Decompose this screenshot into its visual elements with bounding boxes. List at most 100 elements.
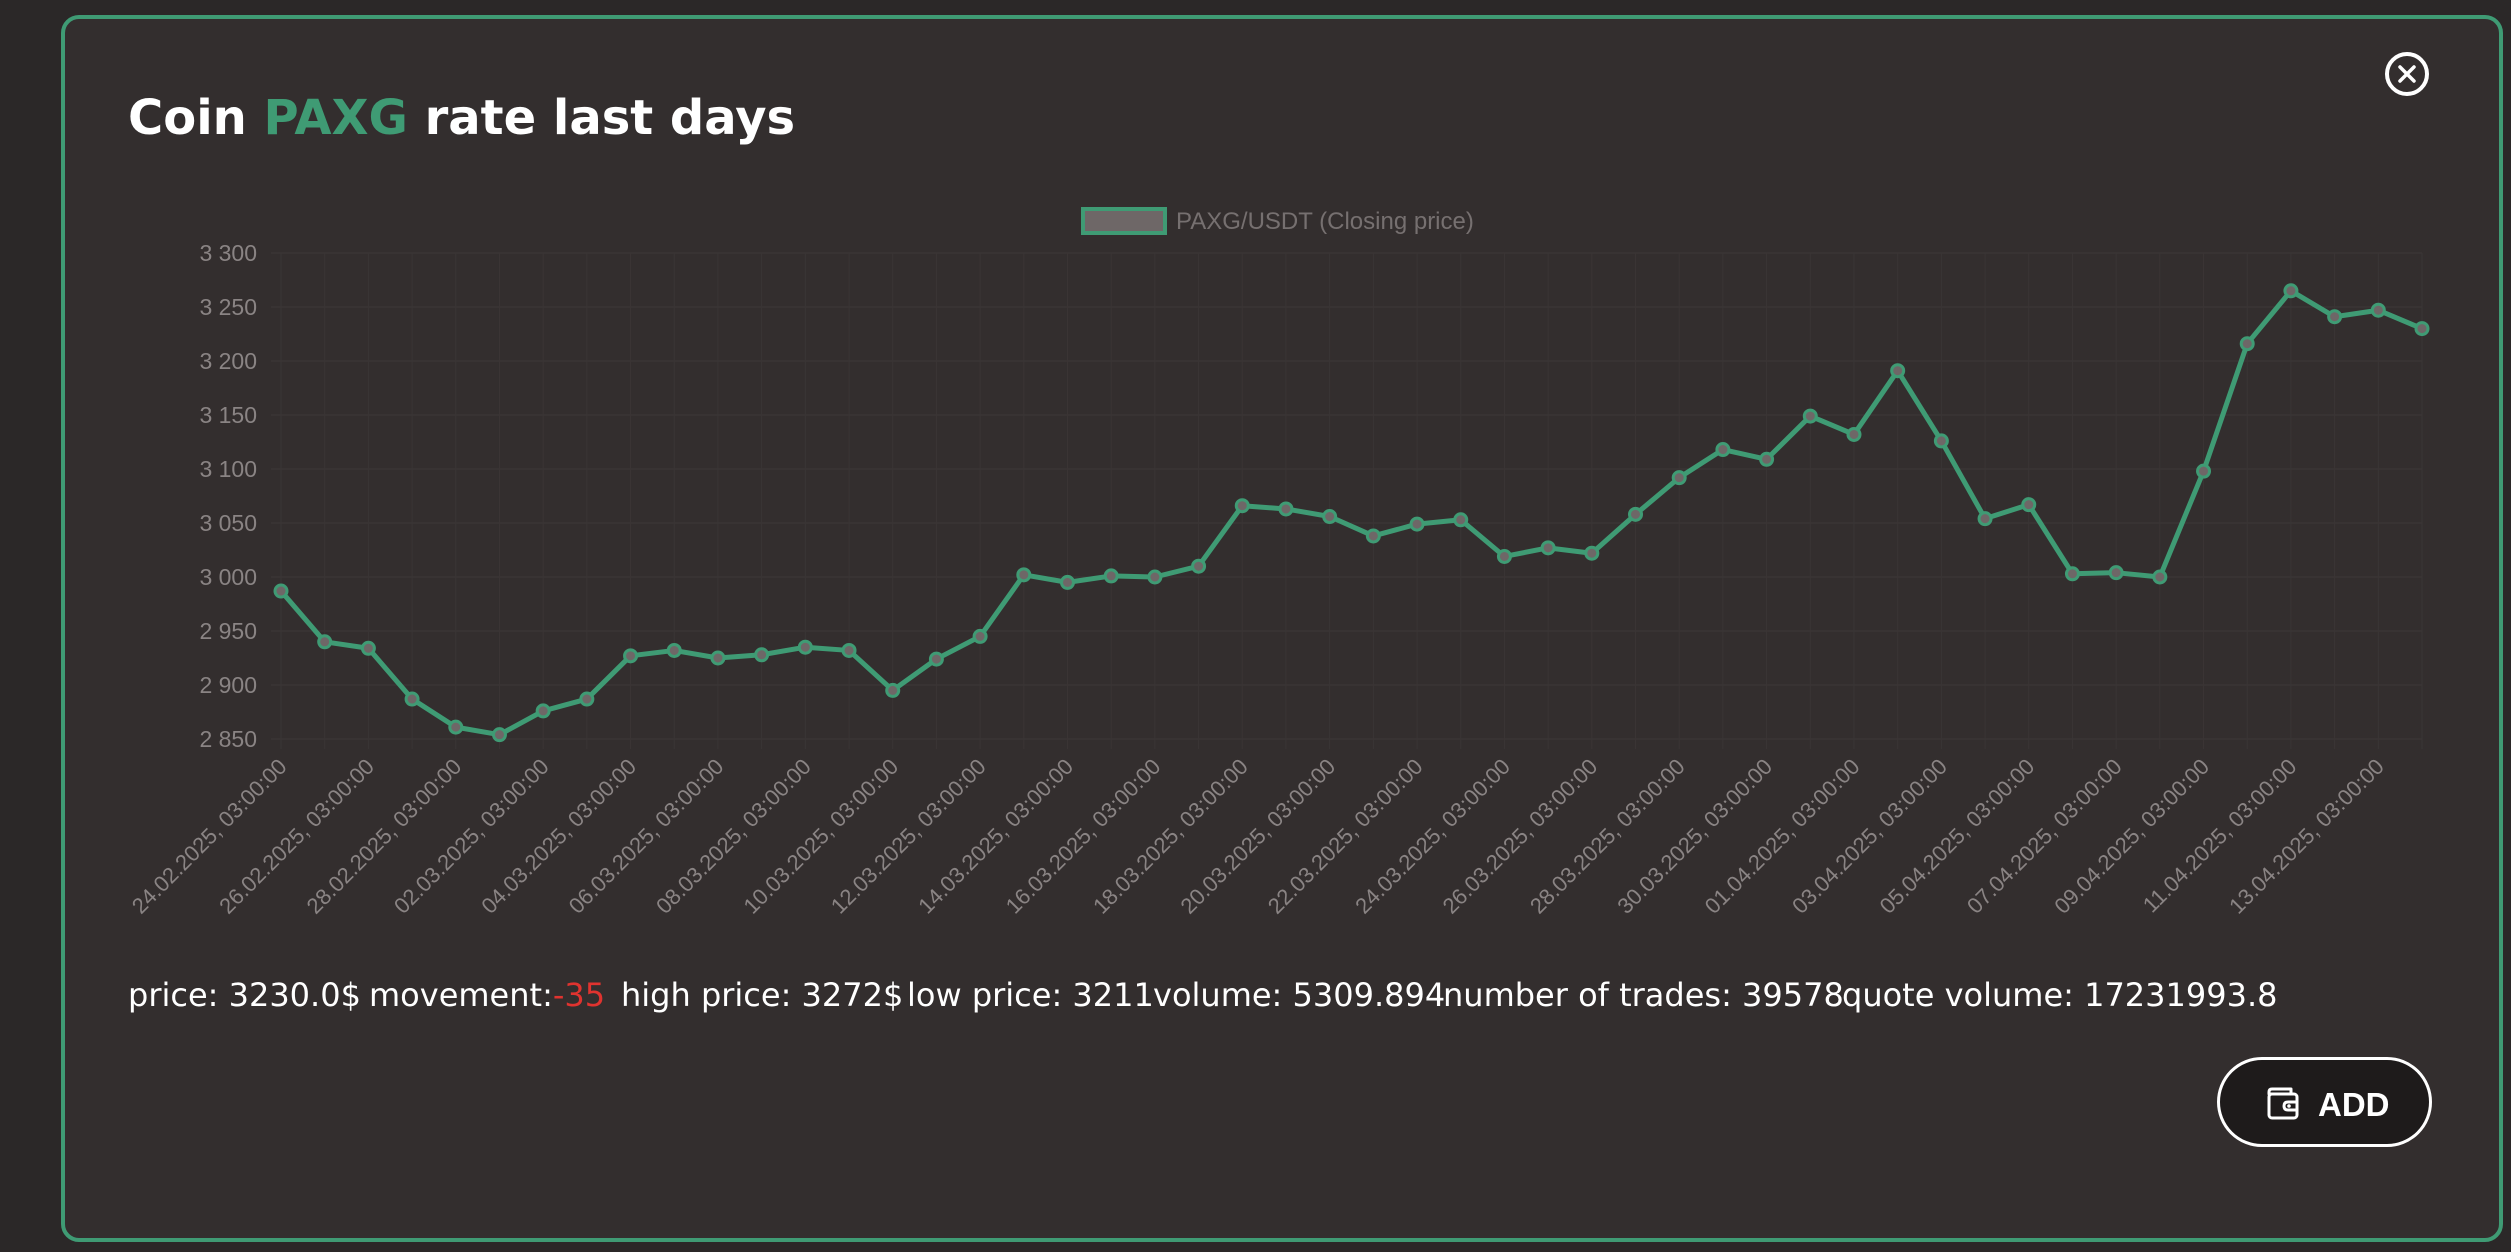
data-point: [2414, 321, 2430, 337]
data-point: [972, 628, 988, 644]
data-point: [666, 642, 682, 658]
data-point: [2064, 566, 2080, 582]
y-tick-label: 3 300: [199, 240, 257, 266]
data-point: [928, 651, 944, 667]
data-point: [1322, 509, 1338, 525]
x-tick-label: 02.03.2025, 03:00:00: [389, 754, 554, 919]
stat-low-price: low price: 3211: [907, 976, 1154, 1014]
data-point: [1977, 511, 1993, 527]
y-tick-label: 3 150: [199, 402, 257, 428]
x-tick-label: 24.02.2025, 03:00:00: [127, 754, 292, 919]
data-point: [1191, 558, 1207, 574]
data-point: [1453, 512, 1469, 528]
data-point: [491, 727, 507, 743]
data-point: [1059, 574, 1075, 590]
data-point: [1103, 568, 1119, 584]
stat-number-of-trades: number of trades: 39578: [1443, 976, 1844, 1014]
x-tick-label: 10.03.2025, 03:00:00: [739, 754, 904, 919]
y-tick-label: 3 000: [199, 564, 257, 590]
data-point: [1715, 442, 1731, 458]
x-tick-label: 01.04.2025, 03:00:00: [1700, 754, 1865, 919]
data-point: [360, 640, 376, 656]
data-point: [1890, 363, 1906, 379]
x-tick-label: 22.03.2025, 03:00:00: [1263, 754, 1428, 919]
data-point: [273, 583, 289, 599]
x-tick-label: 06.03.2025, 03:00:00: [564, 754, 729, 919]
x-tick-label: 11.04.2025, 03:00:00: [2138, 754, 2302, 918]
data-point: [841, 642, 857, 658]
data-point: [448, 719, 464, 735]
x-tick-label: 18.03.2025, 03:00:00: [1088, 754, 1253, 919]
data-point: [2108, 565, 2124, 581]
x-tick-label: 26.02.2025, 03:00:00: [214, 754, 379, 919]
data-point: [1147, 569, 1163, 585]
x-tick-label: 09.04.2025, 03:00:00: [2049, 754, 2214, 919]
data-point: [2370, 302, 2386, 318]
data-point: [317, 634, 333, 650]
x-tick-label: 08.03.2025, 03:00:00: [651, 754, 816, 919]
x-tick-label: 07.04.2025, 03:00:00: [1962, 754, 2127, 919]
stat-movement-value: -35: [552, 976, 606, 1014]
y-tick-label: 2 900: [199, 672, 257, 698]
x-tick-label: 14.03.2025, 03:00:00: [913, 754, 1078, 919]
stat-volume: volume: 5309.894: [1153, 976, 1446, 1014]
data-point: [1540, 540, 1556, 556]
data-point: [1278, 501, 1294, 517]
y-tick-label: 3 250: [199, 294, 257, 320]
data-point: [1802, 408, 1818, 424]
data-point: [710, 650, 726, 666]
stat-movement-label: movement:: [369, 976, 553, 1014]
x-tick-label: 24.03.2025, 03:00:00: [1350, 754, 1515, 919]
x-tick-label: 13.04.2025, 03:00:00: [2224, 754, 2389, 919]
add-button[interactable]: ADD: [2217, 1057, 2432, 1147]
data-point: [535, 703, 551, 719]
stat-quote-volume: quote volume: 17231993.8: [1842, 976, 2278, 1014]
data-point: [1671, 470, 1687, 486]
data-point: [1846, 426, 1862, 442]
stat-movement: movement:-35: [369, 976, 605, 1014]
data-point: [1584, 545, 1600, 561]
data-point: [2021, 497, 2037, 513]
data-point: [1759, 451, 1775, 467]
price-chart: PAXG/USDT (Closing price) 3 300 3 250 3 200…: [127, 207, 2430, 919]
y-tick-label: 3 200: [199, 348, 257, 374]
x-tick-label: 12.03.2025, 03:00:00: [826, 754, 991, 919]
data-point: [2327, 309, 2343, 325]
stat-high-price: high price: 3272$: [621, 976, 904, 1014]
add-button-label: ADD: [2318, 1086, 2390, 1123]
data-point: [1933, 433, 1949, 449]
data-point: [1628, 506, 1644, 522]
x-tick-label: 04.03.2025, 03:00:00: [476, 754, 641, 919]
y-tick-label: 2 850: [199, 726, 257, 752]
y-tick-label: 3 050: [199, 510, 257, 536]
data-point: [1234, 498, 1250, 514]
data-point: [1365, 528, 1381, 544]
x-tick-label: 30.03.2025, 03:00:00: [1612, 754, 1777, 919]
x-tick-label: 20.03.2025, 03:00:00: [1175, 754, 1340, 919]
data-point: [797, 639, 813, 655]
data-point: [623, 648, 639, 664]
data-point: [2196, 463, 2212, 479]
x-tick-label: 03.04.2025, 03:00:00: [1787, 754, 1952, 919]
data-point: [1409, 516, 1425, 532]
x-tick-label: 16.03.2025, 03:00:00: [1001, 754, 1166, 919]
stat-price: price: 3230.0$: [128, 976, 361, 1014]
legend-label: PAXG/USDT (Closing price): [1176, 208, 1474, 235]
data-point: [1496, 548, 1512, 564]
wallet-icon: [2267, 1087, 2299, 1120]
series-line: [279, 288, 2423, 738]
x-tick-label: 28.03.2025, 03:00:00: [1525, 754, 1690, 919]
data-point: [885, 682, 901, 698]
data-point: [404, 691, 420, 707]
data-point: [579, 691, 595, 707]
data-point: [1016, 567, 1032, 583]
y-tick-label: 3 100: [199, 456, 257, 482]
data-point: [2152, 569, 2168, 585]
legend-swatch: [1081, 207, 1167, 235]
data-point: [754, 647, 770, 663]
x-tick-label: 26.03.2025, 03:00:00: [1438, 754, 1603, 919]
y-tick-label: 2 950: [199, 618, 257, 644]
x-tick-label: 28.02.2025, 03:00:00: [302, 754, 467, 919]
x-tick-label: 05.04.2025, 03:00:00: [1875, 754, 2040, 919]
data-point: [2239, 336, 2255, 352]
